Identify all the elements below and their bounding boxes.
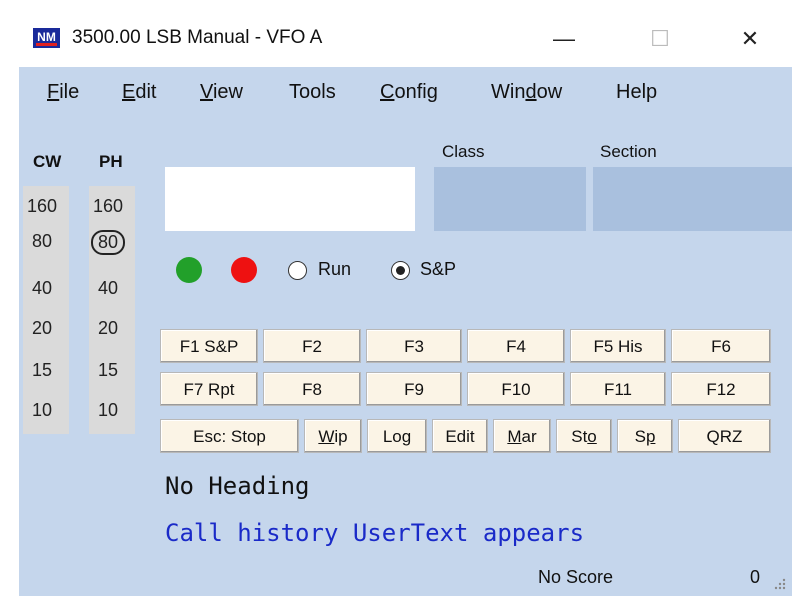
run-radio[interactable]: [288, 261, 307, 280]
log-button[interactable]: Log: [367, 419, 427, 453]
f2-button[interactable]: F2: [263, 329, 361, 363]
wip-button[interactable]: Wip: [304, 419, 362, 453]
sto-button[interactable]: Sto: [556, 419, 612, 453]
f6-button[interactable]: F6: [671, 329, 771, 363]
red-status-indicator: [231, 257, 257, 283]
cw-band-15[interactable]: 15: [32, 360, 52, 381]
class-input[interactable]: [434, 167, 586, 231]
main-window: NM 3500.00 LSB Manual - VFO A — ☐ ✕ File…: [19, 9, 792, 596]
menu-tools[interactable]: Tools: [289, 81, 336, 104]
mar-button[interactable]: Mar: [493, 419, 551, 453]
f12-button[interactable]: F12: [671, 372, 771, 406]
section-label: Section: [600, 142, 657, 161]
qrz-button[interactable]: QRZ: [678, 419, 771, 453]
f4-button[interactable]: F4: [467, 329, 565, 363]
ph-band-20[interactable]: 20: [98, 318, 118, 339]
menu-file[interactable]: File: [47, 81, 79, 104]
esc-stop-button[interactable]: Esc: Stop: [160, 419, 299, 453]
window-title: 3500.00 LSB Manual - VFO A: [72, 27, 323, 48]
green-status-indicator: [176, 257, 202, 283]
f11-button[interactable]: F11: [570, 372, 666, 406]
app-logo-icon: NM: [33, 28, 60, 48]
class-label: Class: [442, 142, 485, 161]
menu-window[interactable]: Window: [491, 81, 562, 104]
ph-band-80-selected[interactable]: 80: [91, 230, 126, 255]
menu-edit[interactable]: Edit: [122, 81, 156, 104]
menu-config[interactable]: Config: [380, 81, 438, 104]
ph-band-10[interactable]: 10: [98, 400, 118, 421]
cw-header: CW: [33, 152, 62, 171]
sp-radio-selected[interactable]: [391, 261, 410, 280]
section-input[interactable]: [593, 167, 792, 231]
score-value: 0: [750, 567, 761, 587]
cw-band-80[interactable]: 80: [32, 231, 52, 252]
maximize-button[interactable]: ☐: [635, 19, 685, 59]
heading-text: No Heading: [165, 472, 310, 500]
edit-button[interactable]: Edit: [432, 419, 488, 453]
f1-button[interactable]: F1 S&P: [160, 329, 258, 363]
menu-view[interactable]: View: [200, 81, 243, 104]
cw-band-160[interactable]: 160: [27, 196, 57, 217]
run-label: Run: [318, 259, 352, 279]
sp-label: S&P: [420, 259, 457, 279]
ph-header: PH: [99, 152, 123, 171]
sp-button[interactable]: Sp: [617, 419, 673, 453]
call-input[interactable]: [165, 167, 415, 231]
resize-grip-icon[interactable]: [774, 578, 786, 590]
f8-button[interactable]: F8: [263, 372, 361, 406]
f5-button[interactable]: F5 His: [570, 329, 666, 363]
f10-button[interactable]: F10: [467, 372, 565, 406]
title-bar: NM 3500.00 LSB Manual - VFO A — ☐ ✕: [19, 9, 792, 67]
f7-button[interactable]: F7 Rpt: [160, 372, 258, 406]
cw-band-10[interactable]: 10: [32, 400, 52, 421]
cw-band-40[interactable]: 40: [32, 278, 52, 299]
f3-button[interactable]: F3: [366, 329, 462, 363]
close-button[interactable]: ✕: [725, 19, 775, 59]
cw-band-column: 160 80 40 20 15 10: [23, 186, 69, 434]
menu-bar: File Edit View Tools Config Window Help: [19, 67, 792, 117]
ph-band-40[interactable]: 40: [98, 278, 118, 299]
call-history-text: Call history UserText appears: [165, 519, 585, 547]
ph-band-column: 160 80 40 20 15 10: [89, 186, 135, 434]
svg-text:NM: NM: [37, 30, 56, 44]
minimize-button[interactable]: —: [539, 19, 589, 59]
ph-band-160[interactable]: 160: [93, 196, 123, 217]
menu-help[interactable]: Help: [616, 81, 657, 104]
cw-band-20[interactable]: 20: [32, 318, 52, 339]
ph-band-15[interactable]: 15: [98, 360, 118, 381]
score-label: No Score: [538, 567, 614, 587]
f9-button[interactable]: F9: [366, 372, 462, 406]
